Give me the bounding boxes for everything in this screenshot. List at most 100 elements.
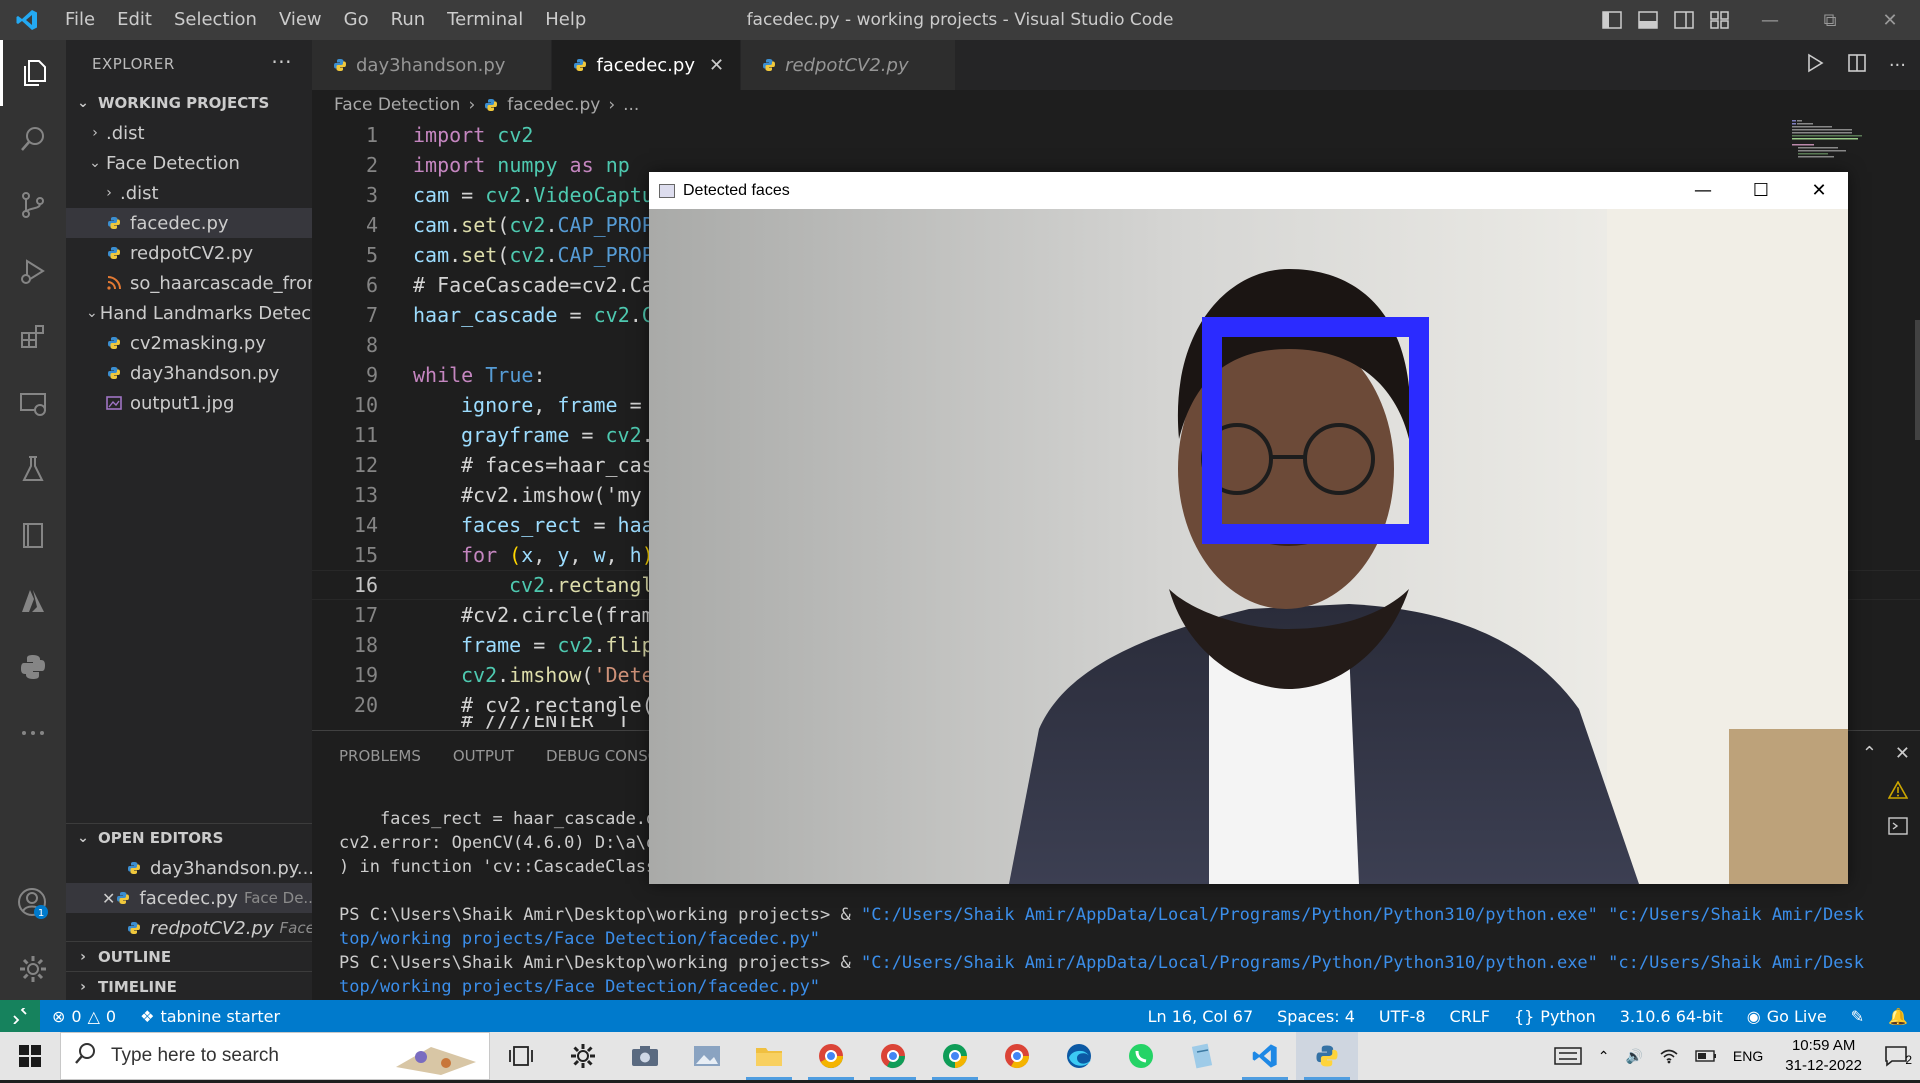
search-icon[interactable] [0, 106, 66, 172]
close-icon[interactable]: ✕ [1790, 172, 1848, 209]
notebook-icon[interactable] [0, 502, 66, 568]
chrome-profile-3-icon[interactable] [924, 1032, 986, 1080]
open-editor-facedec[interactable]: ✕ facedec.py Face De... [66, 883, 312, 913]
file-item[interactable]: facedec.py [66, 208, 312, 238]
menu-help[interactable]: Help [534, 0, 597, 40]
accounts-icon[interactable]: 1 [0, 870, 66, 936]
camera-app-icon[interactable] [614, 1032, 676, 1080]
breadcrumb-symbol[interactable]: ... [623, 95, 639, 115]
notification-center-icon[interactable]: 2 [1876, 1045, 1920, 1067]
file-item[interactable]: cv2masking.py [66, 328, 312, 358]
windows-start-icon[interactable] [0, 1032, 60, 1080]
run-debug-icon[interactable] [0, 238, 66, 304]
menu-edit[interactable]: Edit [106, 0, 163, 40]
more-actions-icon[interactable]: ··· [1889, 55, 1906, 76]
vscode-taskbar-icon[interactable] [1234, 1032, 1296, 1080]
manage-gear-icon[interactable] [0, 936, 66, 1002]
chrome-icon[interactable] [986, 1032, 1048, 1080]
open-editor-day3handson[interactable]: day3handson.py... [66, 853, 312, 883]
folder-item[interactable]: ⌄ Face Detection [66, 148, 312, 178]
terminal-icon[interactable] [1888, 817, 1908, 839]
keyboard-icon[interactable] [1546, 1047, 1590, 1065]
photos-app-icon[interactable] [676, 1032, 738, 1080]
toggle-panel-icon[interactable] [1632, 0, 1664, 40]
workspace-root[interactable]: ⌄ WORKING PROJECTS [66, 88, 312, 118]
split-editor-icon[interactable] [1847, 53, 1867, 77]
task-view-icon[interactable] [490, 1032, 552, 1080]
cursor-position[interactable]: Ln 16, Col 67 [1136, 1007, 1266, 1026]
tab-problems[interactable]: PROBLEMS [339, 747, 421, 765]
open-editors-section[interactable]: ⌄ OPEN EDITORS [66, 823, 312, 853]
breadcrumb-folder[interactable]: Face Detection [334, 95, 460, 115]
taskbar-search-box[interactable]: Type here to search [60, 1032, 490, 1080]
notepad-icon[interactable] [1172, 1032, 1234, 1080]
tab-day3handson[interactable]: day3handson.py [312, 40, 553, 90]
run-python-file-icon[interactable] [1805, 53, 1825, 77]
wifi-icon[interactable] [1651, 1048, 1687, 1064]
whatsapp-icon[interactable] [1110, 1032, 1172, 1080]
python-icon[interactable] [0, 634, 66, 700]
restore-window-icon[interactable]: ⧉ [1800, 0, 1860, 40]
maximize-icon[interactable]: ☐ [1732, 172, 1790, 209]
chrome-profile-2-icon[interactable] [862, 1032, 924, 1080]
chrome-profile-1-icon[interactable] [800, 1032, 862, 1080]
encoding[interactable]: UTF-8 [1367, 1007, 1438, 1026]
menu-terminal[interactable]: Terminal [436, 0, 534, 40]
folder-item[interactable]: ⌄ Hand Landmarks Detec... [66, 298, 312, 328]
indentation[interactable]: Spaces: 4 [1265, 1007, 1367, 1026]
close-tab-icon[interactable]: ✕ [709, 55, 724, 76]
menu-selection[interactable]: Selection [163, 0, 268, 40]
source-control-icon[interactable] [0, 172, 66, 238]
file-item[interactable]: redpotCV2.py [66, 238, 312, 268]
cv-window-titlebar[interactable]: Detected faces [649, 172, 1848, 209]
menu-go[interactable]: Go [333, 0, 380, 40]
notifications-bell-icon[interactable]: 🔔 [1876, 1007, 1920, 1026]
detected-faces-window[interactable]: Detected faces — ☐ ✕ [649, 172, 1848, 884]
explorer-more-icon[interactable]: ··· [271, 50, 292, 74]
maximize-panel-icon[interactable]: ⌃ [1862, 743, 1877, 764]
explorer-icon[interactable] [0, 40, 66, 106]
go-live-button[interactable]: ◉ Go Live [1735, 1007, 1839, 1026]
minimize-icon[interactable]: — [1674, 172, 1732, 209]
tab-output[interactable]: OUTPUT [453, 747, 514, 765]
more-views-icon[interactable] [0, 700, 66, 766]
tab-redpotcv2[interactable]: redpotCV2.py [741, 40, 956, 90]
volume-icon[interactable]: 🔊 [1617, 1048, 1650, 1065]
file-explorer-icon[interactable] [738, 1032, 800, 1080]
open-editor-redpot[interactable]: redpotCV2.pyFace... [66, 913, 312, 943]
close-icon[interactable]: ✕ [102, 889, 115, 908]
folder-item[interactable]: › .dist [66, 118, 312, 148]
remote-explorer-icon[interactable] [0, 370, 66, 436]
outline-section[interactable]: › OUTLINE [66, 941, 312, 971]
settings-gear-icon[interactable] [552, 1032, 614, 1080]
menu-file[interactable]: File [54, 0, 106, 40]
feedback-icon[interactable]: ✎ [1839, 1007, 1876, 1026]
end-of-line[interactable]: CRLF [1438, 1007, 1502, 1026]
testing-icon[interactable] [0, 436, 66, 502]
show-hidden-icons-icon[interactable]: ⌃ [1590, 1048, 1618, 1065]
python-interpreter[interactable]: 3.10.6 64-bit [1608, 1007, 1735, 1026]
minimap[interactable] [1792, 120, 1902, 160]
tabnine-status[interactable]: ❖ tabnine starter [128, 1007, 292, 1026]
remote-icon[interactable] [0, 1000, 40, 1032]
timeline-section[interactable]: › TIMELINE [66, 971, 312, 1001]
file-item[interactable]: so_haarcascade_fronta... [66, 268, 312, 298]
azure-icon[interactable] [0, 568, 66, 634]
minimize-window-icon[interactable]: — [1740, 0, 1800, 40]
breadcrumb-file[interactable]: facedec.py [507, 95, 600, 115]
language-mode[interactable]: {} Python [1502, 1007, 1608, 1026]
folder-item[interactable]: › .dist [66, 178, 312, 208]
clock[interactable]: 10:59 AM 31-12-2022 [1771, 1036, 1876, 1076]
close-window-icon[interactable]: ✕ [1860, 0, 1920, 40]
tab-facedec[interactable]: facedec.py ✕ [552, 40, 742, 90]
toggle-secondary-sidebar-icon[interactable] [1668, 0, 1700, 40]
edge-icon[interactable] [1048, 1032, 1110, 1080]
toggle-sidebar-icon[interactable] [1596, 0, 1628, 40]
problems-status[interactable]: ⊗ 0 △ 0 [40, 1007, 128, 1026]
editor-scrollbar[interactable] [1915, 320, 1920, 440]
python-taskbar-icon[interactable] [1296, 1032, 1358, 1080]
file-item[interactable]: day3handson.py [66, 358, 312, 388]
extensions-icon[interactable] [0, 304, 66, 370]
warning-icon[interactable] [1887, 780, 1909, 803]
file-item[interactable]: output1.jpg [66, 388, 312, 418]
